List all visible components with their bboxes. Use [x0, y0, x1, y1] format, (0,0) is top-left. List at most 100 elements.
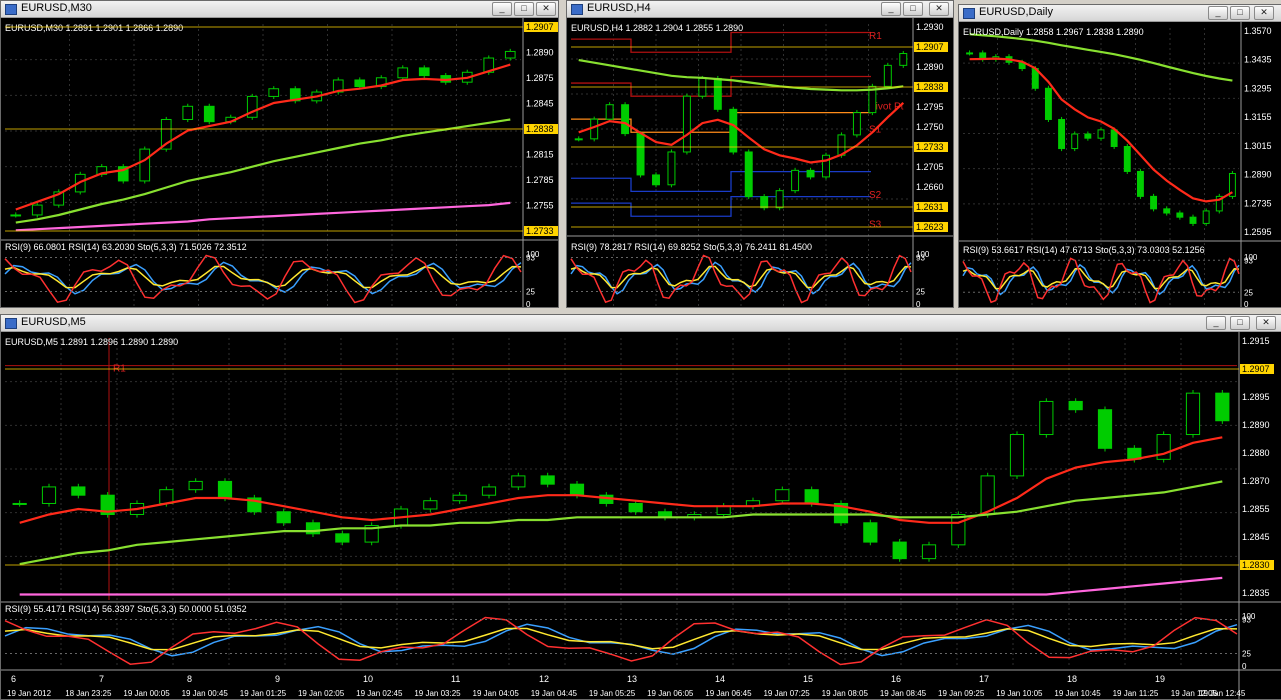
- candle-body: [636, 133, 645, 176]
- minimize-button[interactable]: _: [492, 2, 512, 16]
- oscillator-axis-label: 93: [916, 254, 925, 263]
- candle-body: [504, 50, 516, 59]
- price-axis-label: 1.2750: [916, 122, 944, 132]
- price-axis-label: 1.2875: [526, 73, 554, 83]
- price-chart[interactable]: R1EURUSD,M5 1.2891 1.2896 1.2890 1.2890R…: [1, 332, 1281, 699]
- price-chart[interactable]: EURUSD,Daily 1.2858 1.2967 1.2838 1.2890…: [959, 22, 1281, 307]
- candle-body: [511, 475, 526, 488]
- session-number-label: 13: [627, 674, 637, 684]
- time-axis-label: 19 Jan 00:05: [123, 689, 170, 698]
- candle-body: [1150, 195, 1158, 210]
- session-number-label: 7: [99, 674, 104, 684]
- chart-window-m5[interactable]: EURUSD,M5 _ □ ✕ R1 EURUSD,M5 1.2891 1.289…: [0, 314, 1281, 700]
- price-axis-label: 1.3435: [1244, 55, 1272, 65]
- session-number-label: 15: [803, 674, 813, 684]
- window-titlebar[interactable]: EURUSD,M5 _ □ ✕: [1, 315, 1281, 332]
- candle-body: [276, 511, 291, 524]
- maximize-button[interactable]: □: [1230, 316, 1250, 330]
- price-axis-label: 1.2631: [916, 202, 944, 212]
- candle-body: [1185, 392, 1201, 436]
- pivot-label: S3: [869, 219, 882, 230]
- price-axis-label: 1.2595: [1244, 227, 1272, 237]
- candle-body: [852, 112, 861, 136]
- close-button[interactable]: ✕: [1254, 6, 1274, 20]
- price-chart[interactable]: EURUSD,M30 1.2891 1.2901 1.2866 1.2890 RS…: [1, 18, 558, 307]
- candle-body: [418, 67, 430, 77]
- maximize-button[interactable]: □: [514, 2, 534, 16]
- candle-body: [335, 533, 350, 543]
- oscillator-axis-label: 93: [1244, 256, 1253, 265]
- chart-window-daily[interactable]: EURUSD,Daily _ □ ✕ EURUSD,Daily 1.2858 1…: [958, 4, 1281, 308]
- candle-body: [791, 169, 800, 192]
- price-axis-label: 1.2907: [1242, 364, 1270, 374]
- candle-body: [31, 204, 43, 216]
- price-axis-label: 1.2815: [526, 150, 554, 160]
- candle-body: [716, 505, 731, 516]
- candle-body: [1009, 434, 1025, 477]
- price-axis-label: 1.2755: [526, 201, 554, 211]
- candle-body: [628, 502, 643, 513]
- time-axis-label: 19 Jan 12:45: [1199, 689, 1246, 698]
- candle-body: [41, 486, 57, 504]
- candle-body: [775, 489, 790, 502]
- time-axis-label: 19 Jan 02:05: [298, 689, 345, 698]
- candle-body: [268, 88, 280, 97]
- candle-body: [423, 500, 438, 510]
- chart-window-m30[interactable]: EURUSD,M30 _ □ ✕ EURUSD,M30 1.2891 1.290…: [0, 0, 559, 308]
- candle-body: [775, 190, 784, 209]
- oscillator-axis-label: 93: [526, 254, 535, 263]
- window-titlebar[interactable]: EURUSD,M30 _ □ ✕: [1, 1, 558, 18]
- maximize-button[interactable]: □: [903, 2, 923, 16]
- time-axis-label: 19 Jan 01:25: [240, 689, 287, 698]
- price-axis-label: 1.2623: [916, 222, 944, 232]
- candle-body: [1058, 118, 1066, 150]
- candle-body: [574, 138, 583, 141]
- candle-body: [863, 522, 878, 543]
- candle-body: [605, 104, 614, 120]
- price-chart[interactable]: R1Pivot PtS1S2S3EURUSD,H4 1.2882 1.2904 …: [567, 18, 953, 307]
- time-axis-label: 19 Jan 07:25: [763, 689, 810, 698]
- window-title: EURUSD,H4: [587, 2, 651, 14]
- oscillator-axis-label: 0: [916, 300, 921, 307]
- chart-window-h4[interactable]: EURUSD,H4 _ □ ✕ R1 Pivot Pt S1 S2 S3 EURUSD,H…: [566, 0, 954, 308]
- candle-body: [1123, 145, 1131, 172]
- candle-body: [139, 148, 151, 182]
- candle-body: [1039, 400, 1054, 436]
- close-button[interactable]: ✕: [536, 2, 556, 16]
- oscillator-axis-label: 25: [1242, 650, 1251, 659]
- maximize-button[interactable]: □: [1230, 6, 1250, 20]
- candle-body: [1176, 212, 1184, 218]
- chart-info-label: EURUSD,M30 1.2891 1.2901 1.2866 1.2890: [5, 23, 183, 33]
- price-axis-label: 1.2735: [1244, 198, 1272, 208]
- minimize-button[interactable]: _: [1208, 6, 1228, 20]
- price-axis-label: 1.2890: [916, 62, 944, 72]
- chart-info-label: EURUSD,Daily 1.2858 1.2967 1.2838 1.2890: [963, 27, 1144, 37]
- candle-body: [621, 104, 630, 135]
- oscillator-axis-label: 25: [1244, 288, 1253, 297]
- minimize-button[interactable]: _: [1206, 316, 1226, 330]
- candle-body: [951, 514, 966, 546]
- price-axis-label: 1.3015: [1244, 141, 1272, 151]
- minimize-button[interactable]: _: [881, 2, 901, 16]
- candle-body: [1202, 210, 1210, 224]
- window-titlebar[interactable]: EURUSD,H4 _ □ ✕: [567, 1, 953, 18]
- candle-body: [569, 483, 585, 496]
- candle-body: [1044, 87, 1052, 120]
- session-number-label: 19: [1155, 674, 1165, 684]
- candle-body: [1068, 400, 1083, 411]
- window-titlebar[interactable]: EURUSD,Daily _ □ ✕: [959, 5, 1281, 22]
- price-axis-label: 1.2733: [526, 226, 554, 236]
- time-axis-label: 19 Jan 06:45: [705, 689, 752, 698]
- candle-body: [540, 475, 555, 485]
- candle-body: [682, 95, 691, 153]
- candle-body: [71, 486, 86, 496]
- candle-body: [966, 52, 974, 55]
- close-button[interactable]: ✕: [929, 2, 949, 16]
- candle-body: [806, 169, 815, 178]
- time-axis-label: 19 Jan 04:45: [531, 689, 578, 698]
- window-title: EURUSD,M5: [21, 316, 86, 328]
- oscillator-axis-label: 25: [916, 288, 925, 297]
- price-axis-label: 1.2838: [916, 82, 944, 92]
- close-button[interactable]: ✕: [1256, 316, 1276, 330]
- session-number-label: 12: [539, 674, 549, 684]
